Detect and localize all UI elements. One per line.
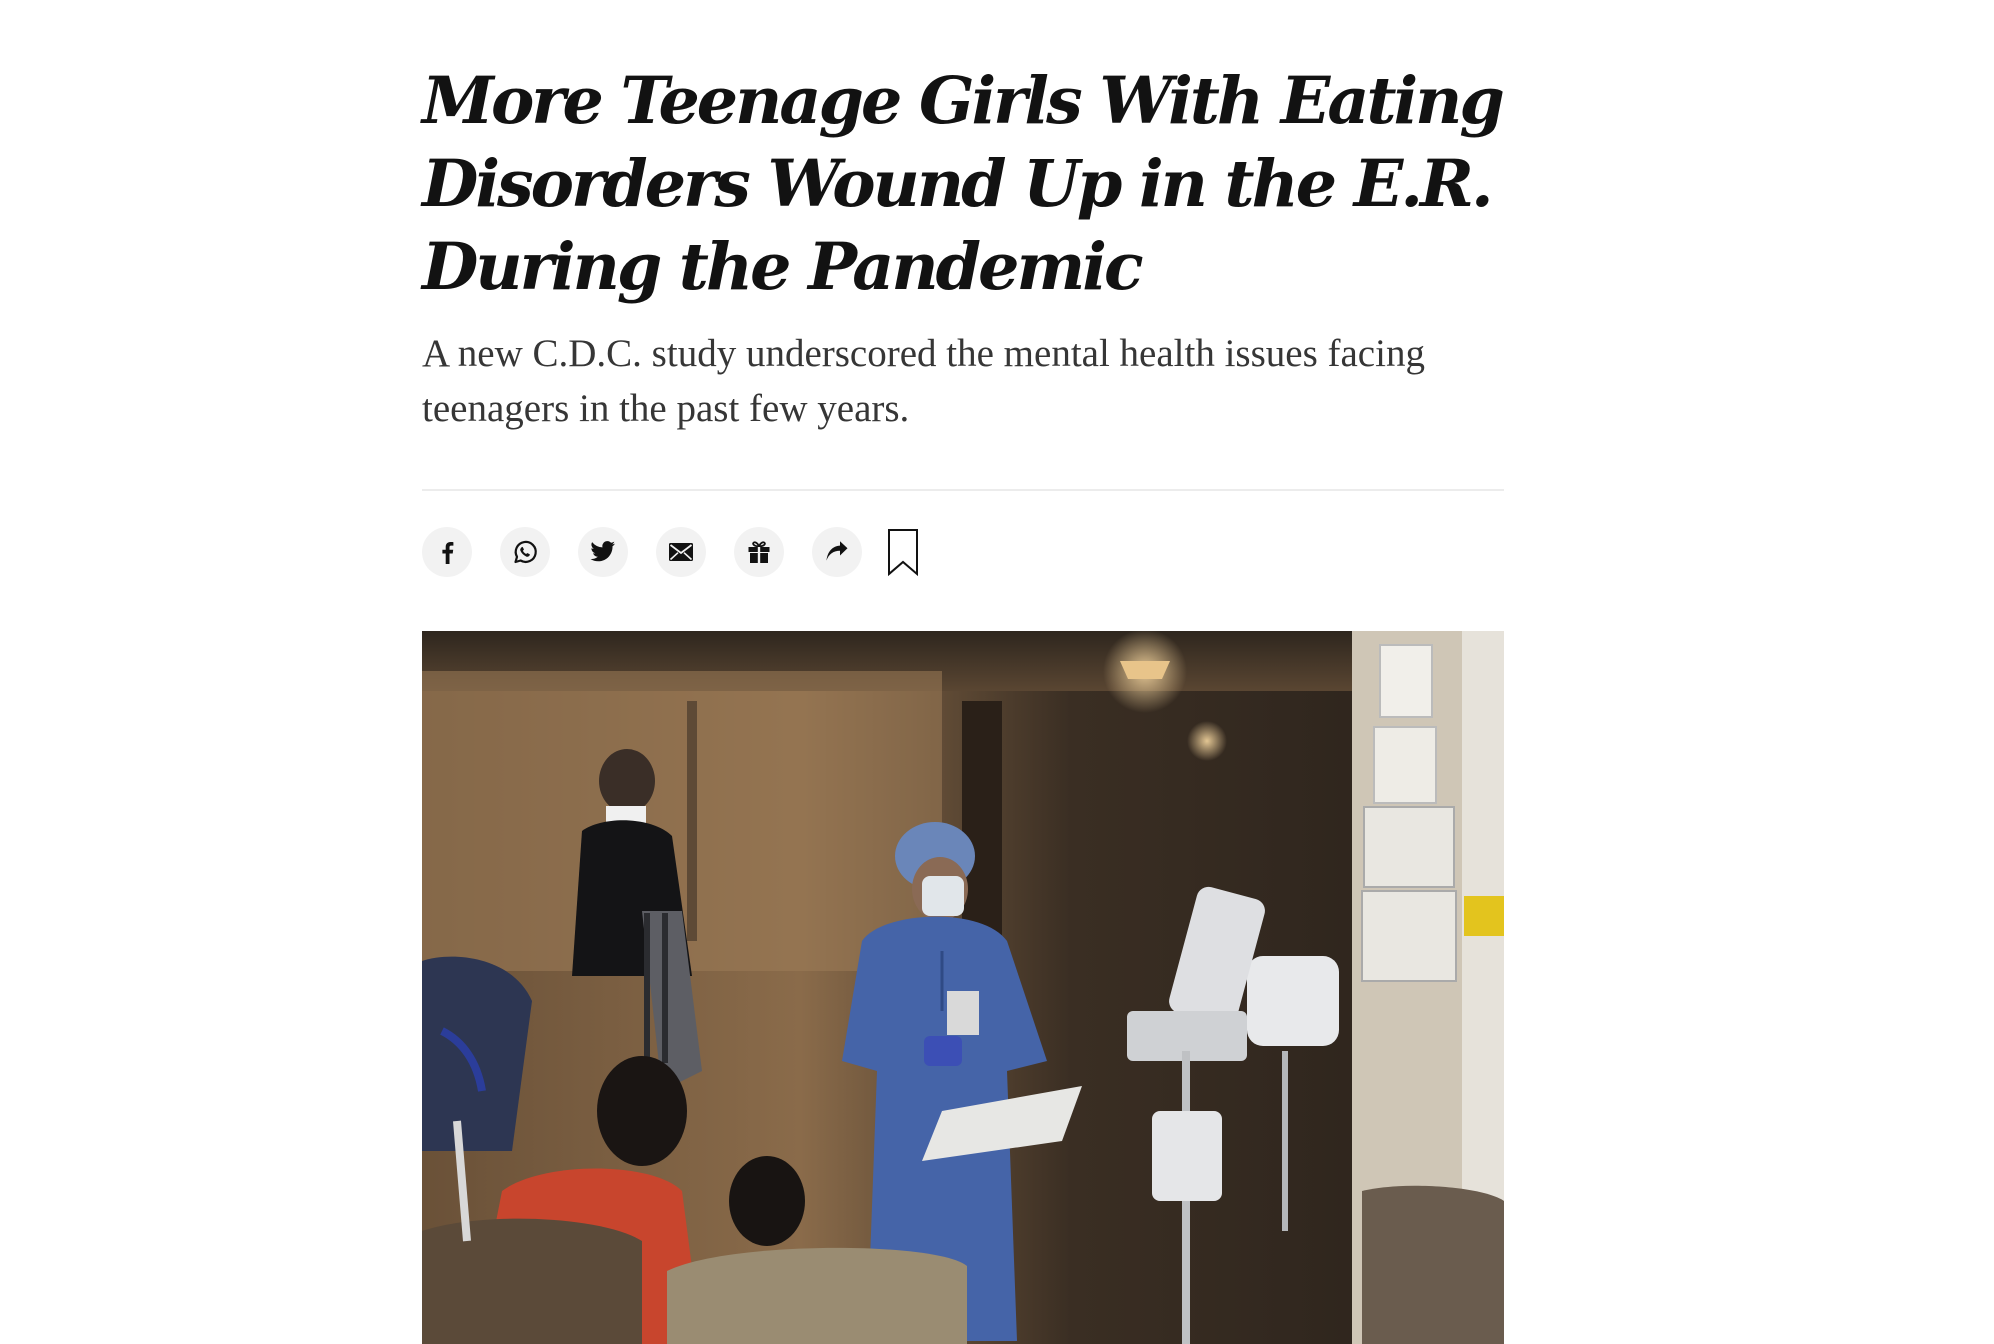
headline: More Teenage Girls With Eating Disorders… xyxy=(422,60,1505,309)
headline-line: During the Pandemic xyxy=(422,229,1144,305)
twitter-share-button[interactable] xyxy=(578,527,628,577)
email-share-button[interactable] xyxy=(656,527,706,577)
whatsapp-icon xyxy=(514,540,537,564)
twitter-icon xyxy=(590,541,615,562)
share-arrow-icon xyxy=(826,541,848,561)
divider xyxy=(422,489,1504,491)
facebook-share-button[interactable] xyxy=(422,527,472,577)
share-button[interactable] xyxy=(812,527,862,577)
bookmark-icon xyxy=(888,529,918,577)
lead-photo xyxy=(422,631,1504,1344)
gift-article-button[interactable] xyxy=(734,527,784,577)
headline-line: Disorders Wound Up in the E.R. xyxy=(422,146,1494,222)
article-summary: A new C.D.C. study underscored the menta… xyxy=(422,332,1425,430)
whatsapp-share-button[interactable] xyxy=(500,527,550,577)
facebook-icon xyxy=(442,542,454,564)
headline-line: More Teenage Girls With Eating xyxy=(422,63,1505,139)
save-bookmark-button[interactable] xyxy=(886,527,920,577)
hospital-scene-illustration xyxy=(422,631,1504,1344)
email-icon xyxy=(669,543,693,561)
gift-icon xyxy=(748,541,770,563)
